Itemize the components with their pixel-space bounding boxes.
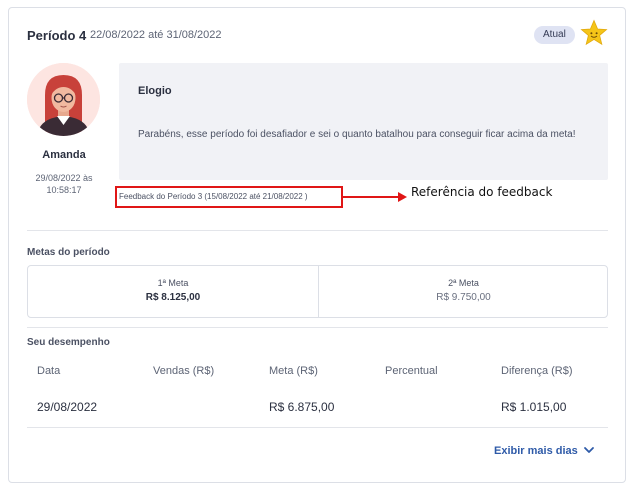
goal-label: 1ª Meta [157,278,189,288]
cell-difference: R$ 1.015,00 [501,400,567,414]
author-time: 10:58:17 [46,185,82,195]
author-name: Amanda [42,149,86,161]
period-dates: 22/08/2022 até 31/08/2022 [90,29,222,41]
chevron-down-icon[interactable] [583,444,595,456]
goal-value: R$ 8.125,00 [145,292,201,303]
column-header-difference: Diferença (R$) [501,365,573,377]
period-title: Período 4 [27,28,87,43]
feedback-reference-link[interactable]: Feedback do Período 3 (15/08/2022 até 21… [119,192,308,201]
show-more-days-button[interactable]: Exibir mais dias [494,445,578,457]
avatar [27,63,100,136]
star-icon [580,19,608,46]
goal-item: 1ª Meta R$ 8.125,00 [28,266,318,317]
feedback-text: Parabéns, esse período foi desafiador e … [138,129,576,140]
author-timestamp: 29/08/2022 às 10:58:17 [9,172,119,196]
cell-goal: R$ 6.875,00 [269,400,335,414]
performance-title: Seu desempenho [27,337,110,348]
column-header-date: Data [37,365,61,377]
author-date: 29/08/2022 às [35,173,93,183]
cell-date: 29/08/2022 [37,400,98,414]
feedback-type: Elogio [138,85,172,97]
period-card: Período 4 22/08/2022 até 31/08/2022 Atua… [8,7,626,483]
goals-panel: 1ª Meta R$ 8.125,00 2ª Meta R$ 9.750,00 [27,265,608,318]
arrow-right-icon [343,192,407,202]
reference-annotation: Referência do feedback [411,185,553,199]
divider [27,230,608,231]
goal-label: 2ª Meta [448,278,479,288]
column-header-goal: Meta (R$) [269,365,318,377]
goals-title: Metas do período [27,247,110,258]
divider [27,427,608,428]
goal-value: R$ 9.750,00 [436,292,491,303]
divider [27,327,608,328]
column-header-percent: Percentual [385,365,438,377]
feedback-message: Elogio Parabéns, esse período foi desafi… [119,63,608,180]
column-header-sales: Vendas (R$) [153,365,215,377]
goal-item: 2ª Meta R$ 9.750,00 [318,266,608,317]
status-badge: Atual [534,26,575,44]
